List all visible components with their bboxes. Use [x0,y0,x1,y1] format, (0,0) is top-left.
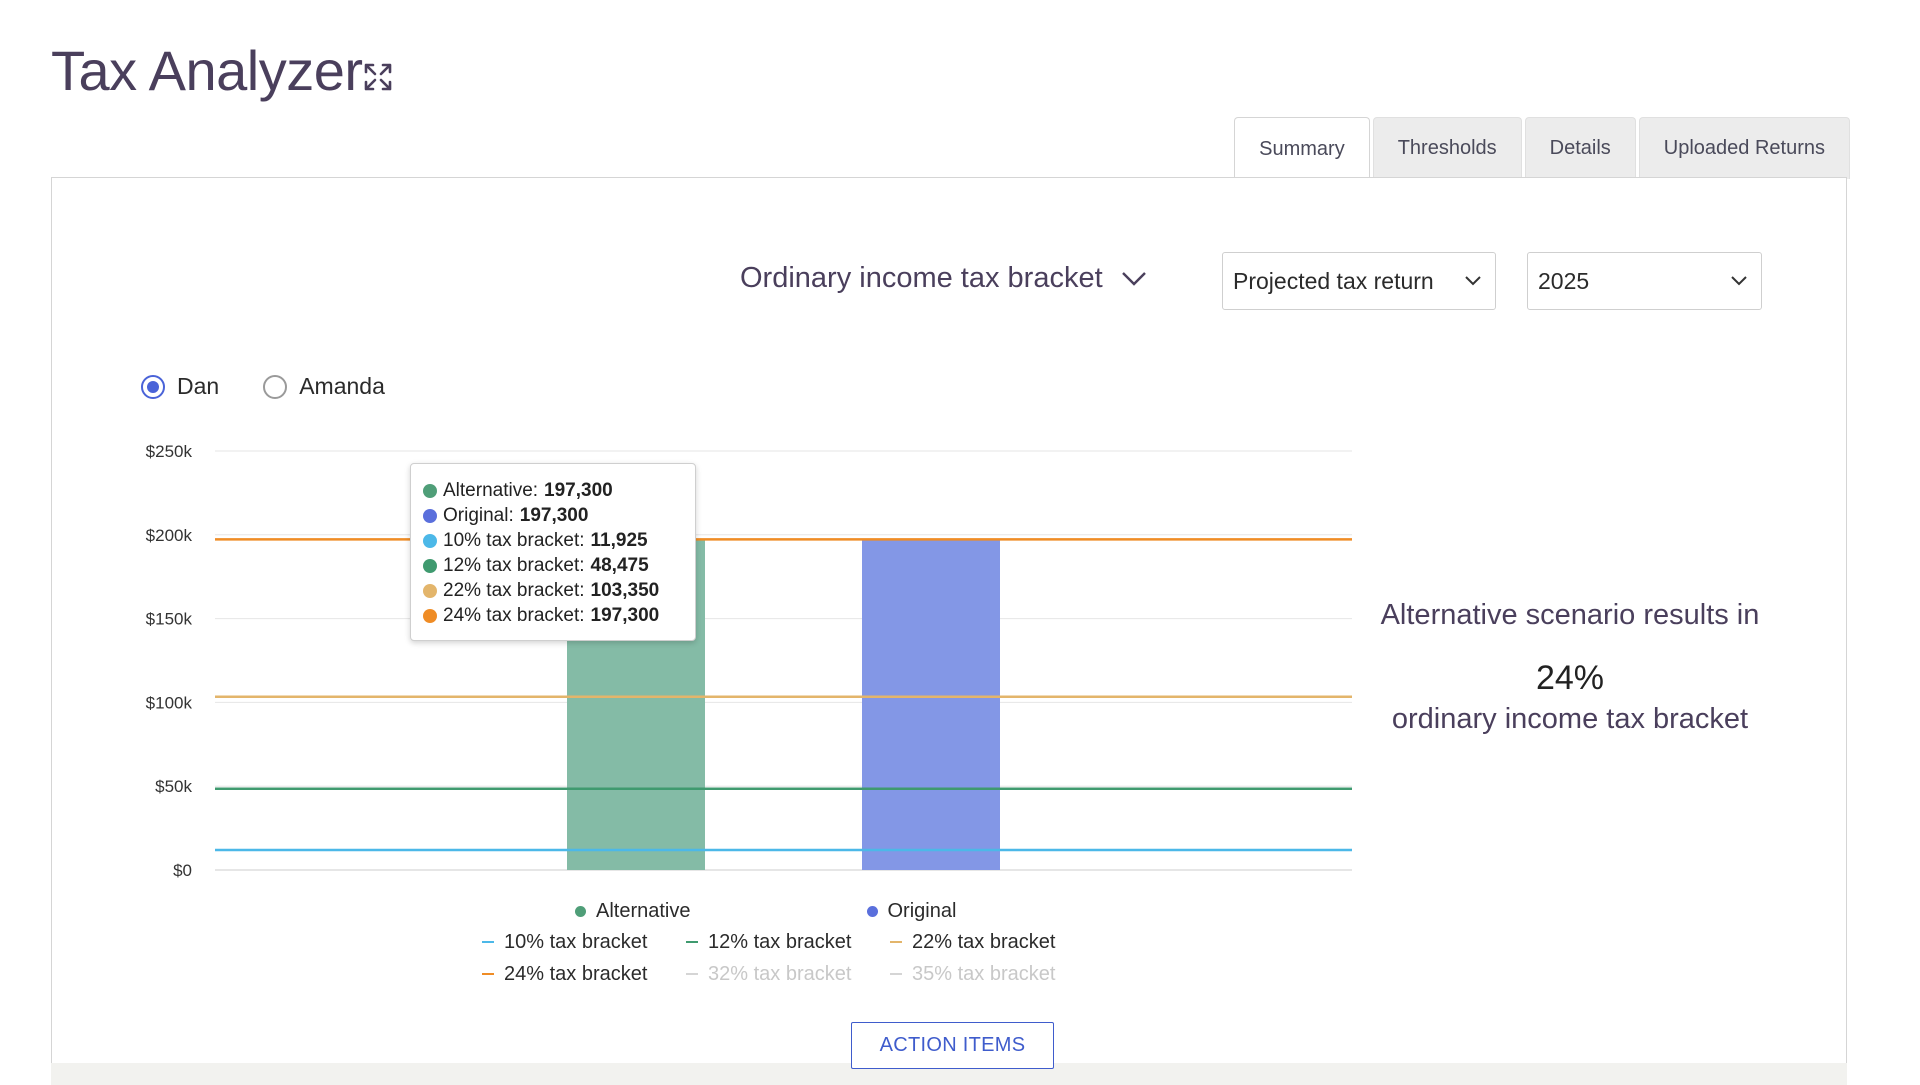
y-tick-label: $100k [146,693,193,712]
legend-dash [482,973,494,975]
tooltip-value: 197,300 [544,479,613,501]
bracket-chart: $0 $50k $100k $150k $200k $250k [146,442,1352,880]
bar-original[interactable] [862,539,1000,870]
legend-32-bracket[interactable]: 32% tax bracket [686,962,890,986]
tooltip-label: 24% tax bracket: [443,604,585,626]
legend-label: 32% tax bracket [708,962,852,985]
tooltip-dot [423,608,437,623]
tooltip-value: 103,350 [590,579,660,601]
legend-label: Original [887,900,957,922]
legend-10-bracket[interactable]: 10% tax bracket [482,930,686,954]
series-legend: Alternative Original [575,900,956,923]
tooltip-label: Alternative: [443,479,539,501]
legend-label: 10% tax bracket [504,930,648,953]
tooltip-label: Original: [443,504,514,526]
legend-dot [866,906,878,917]
tooltip-dot [423,483,437,498]
legend-label: Alternative [596,900,691,922]
tooltip-label: 10% tax bracket: [443,529,585,551]
tooltip-row: 24% tax bracket: 197,300 [423,603,683,628]
legend-dash [890,973,902,975]
tooltip-value: 11,925 [590,529,648,551]
result-description: ordinary income tax bracket [1391,703,1749,735]
tooltip-label: 12% tax bracket: [443,554,585,576]
tooltip-value: 197,300 [590,604,660,626]
tooltip-row: Original: 197,300 [423,503,683,528]
legend-label: 35% tax bracket [912,962,1056,985]
legend-dash [686,973,698,975]
legend-dot [575,906,586,917]
bracket-legend: 10% tax bracket 12% tax bracket 22% tax … [482,930,1094,986]
chart-tooltip: Alternative: 197,300 Original: 197,300 1… [410,463,696,641]
legend-24-bracket[interactable]: 24% tax bracket [482,962,686,986]
result-percent: 24% [1535,659,1605,697]
tooltip-row: Alternative: 197,300 [423,478,683,503]
tooltip-row: 12% tax bracket: 48,475 [423,553,683,578]
y-tick-label: $250k [146,442,193,461]
legend-label: 12% tax bracket [708,930,852,953]
y-tick-label: $150k [146,610,193,629]
legend-dash [686,941,698,943]
legend-22-bracket[interactable]: 22% tax bracket [890,930,1094,954]
tooltip-dot [423,583,437,598]
y-tick-label: $0 [173,861,192,880]
legend-dash [890,941,902,943]
legend-12-bracket[interactable]: 12% tax bracket [686,930,890,954]
tooltip-dot [423,533,437,548]
tooltip-row: 10% tax bracket: 11,925 [423,528,683,553]
y-tick-label: $200k [146,526,193,545]
result-heading: Alternative scenario results in [1380,599,1760,631]
result-summary: Alternative scenario results in 24% ordi… [1360,595,1780,737]
legend-label: 22% tax bracket [912,930,1056,953]
legend-alternative[interactable]: Alternative [575,900,691,923]
y-tick-label: $50k [155,777,192,796]
legend-label: 24% tax bracket [504,962,648,985]
action-items-button[interactable]: ACTION ITEMS [851,1022,1054,1069]
tooltip-dot [423,558,437,573]
tooltip-value: 197,300 [519,504,589,526]
legend-original[interactable]: Original [866,900,957,923]
legend-35-bracket[interactable]: 35% tax bracket [890,962,1094,986]
tooltip-dot [423,508,437,523]
tooltip-value: 48,475 [590,554,649,576]
legend-dash [482,941,494,943]
tooltip-row: 22% tax bracket: 103,350 [423,578,683,603]
tooltip-label: 22% tax bracket: [443,579,585,601]
